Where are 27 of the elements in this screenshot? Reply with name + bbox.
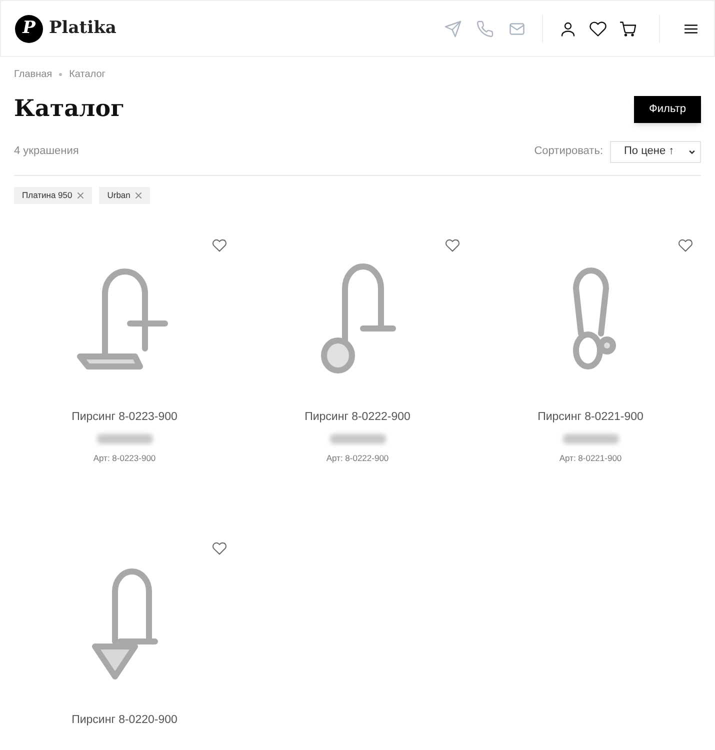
filter-chip[interactable]: Urban	[99, 186, 150, 204]
article-number: Арт: 8-0221-900	[559, 452, 622, 464]
article-number: Арт: 8-0222-900	[326, 452, 389, 464]
sort-label: Сортировать:	[534, 144, 603, 160]
heart-icon[interactable]	[589, 20, 607, 38]
close-icon[interactable]	[77, 192, 84, 198]
logo-mark[interactable]: P	[15, 14, 43, 42]
page-title: Каталог	[14, 94, 125, 124]
phone-icon[interactable]	[476, 20, 494, 38]
filter-button[interactable]: Фильтр	[634, 96, 701, 123]
close-icon[interactable]	[135, 192, 142, 198]
product-name[interactable]: Пирсинг 8-0222-900	[304, 408, 410, 426]
brand-name[interactable]: Platika	[49, 16, 116, 42]
sort-select[interactable]: По цене ↑	[610, 140, 701, 162]
item-count: 4 украшения	[14, 144, 79, 160]
product-name[interactable]: Пирсинг 8-0221-900	[538, 408, 644, 426]
user-icon[interactable]	[559, 20, 577, 38]
chevron-icon	[688, 148, 696, 156]
breadcrumb-link[interactable]: Каталог	[69, 67, 106, 82]
breadcrumb-link[interactable]: Главная	[14, 67, 52, 82]
product-name[interactable]: Пирсинг 8-0220-900	[72, 712, 178, 729]
product-name[interactable]: Пирсинг 8-0223-900	[72, 408, 178, 426]
filter-chip[interactable]: Платина 950	[14, 186, 92, 204]
send-icon[interactable]	[444, 20, 462, 38]
breadcrumb-separator	[59, 73, 62, 76]
cart-icon[interactable]	[619, 20, 637, 38]
article-number: Арт: 8-0223-900	[93, 452, 156, 464]
